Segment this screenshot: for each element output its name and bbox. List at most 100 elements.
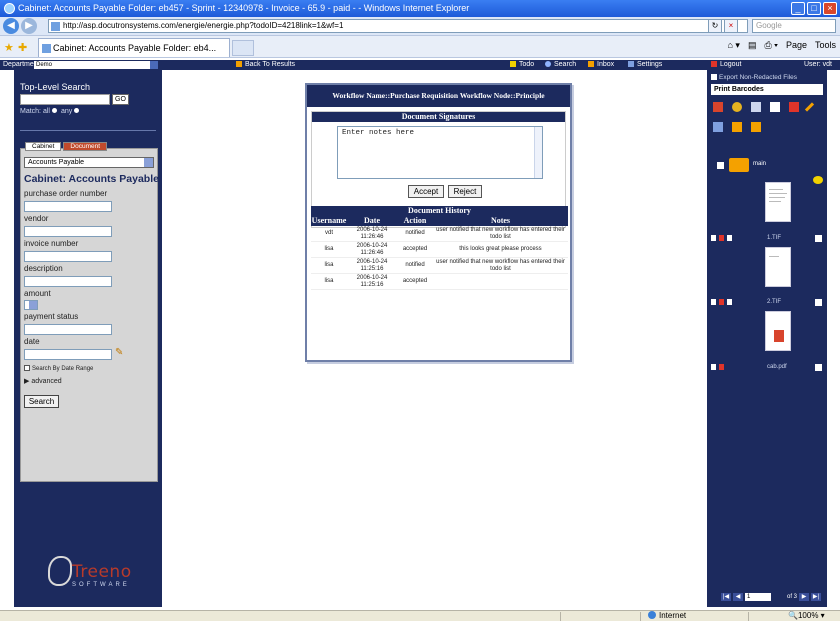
- cell-username: lisa: [311, 273, 347, 290]
- edit-icon[interactable]: [719, 299, 724, 305]
- view-icon[interactable]: [711, 299, 716, 305]
- page-menu[interactable]: Page: [786, 40, 807, 51]
- reject-button[interactable]: Reject: [448, 185, 482, 198]
- textarea-scrollbar[interactable]: [534, 127, 542, 178]
- stop-icon[interactable]: ×: [724, 19, 738, 33]
- document-icon[interactable]: [770, 102, 780, 112]
- date-input[interactable]: [24, 349, 112, 360]
- file-thumbnail[interactable]: [765, 311, 791, 351]
- tools-menu[interactable]: Tools: [815, 40, 836, 51]
- tab-cabinet[interactable]: Cabinet: [25, 142, 62, 151]
- home-icon[interactable]: ⌂ ▾: [727, 40, 739, 51]
- first-page-button[interactable]: |◀: [721, 593, 731, 601]
- folder-name[interactable]: main: [753, 161, 766, 167]
- payment-status-label: payment status: [24, 312, 79, 321]
- description-label: description: [24, 264, 63, 273]
- amount-operator-select[interactable]: [24, 300, 38, 310]
- upload-icon[interactable]: [713, 102, 723, 112]
- refresh-icon[interactable]: ↻: [708, 19, 722, 33]
- cell-date: 2006-10-24 11:26:46: [347, 226, 397, 242]
- file-checkbox[interactable]: [815, 235, 822, 242]
- file-actions: [711, 364, 724, 370]
- prev-page-button[interactable]: ◀: [733, 593, 743, 601]
- file-checkbox[interactable]: [815, 299, 822, 306]
- forward-arrow-icon[interactable]: ▶: [21, 18, 37, 34]
- grid-icon[interactable]: [751, 102, 761, 112]
- print-barcodes-button[interactable]: Print Barcodes: [711, 84, 823, 95]
- pagination: |◀ ◀ 1 of 3 ▶ ▶|: [721, 593, 822, 601]
- edit-icon[interactable]: [719, 364, 724, 370]
- new-folder-icon[interactable]: [732, 122, 742, 132]
- maximize-button[interactable]: □: [807, 2, 821, 15]
- cell-action: notified: [397, 257, 433, 274]
- delete-icon[interactable]: [789, 102, 799, 112]
- document-history-section: Document History Username Date Action No…: [311, 206, 568, 290]
- payment-status-input[interactable]: [24, 324, 112, 335]
- divider: [20, 130, 156, 131]
- match-any-label: any: [60, 108, 73, 115]
- tab-document[interactable]: Document: [63, 142, 108, 151]
- settings-link[interactable]: Settings: [628, 60, 662, 70]
- inbox-link[interactable]: Inbox: [588, 60, 614, 70]
- notes-textarea[interactable]: Enter notes here: [337, 126, 543, 179]
- cabinet-select[interactable]: Accounts Payable: [24, 157, 154, 168]
- invoice-number-input[interactable]: [24, 251, 112, 262]
- search-button[interactable]: Search: [24, 395, 59, 408]
- browser-search-input[interactable]: Google: [752, 19, 836, 33]
- export-option[interactable]: Export Non-Redacted Files: [711, 74, 797, 81]
- sticky-note-icon[interactable]: [813, 176, 823, 184]
- file-name[interactable]: 2.TIF: [767, 299, 781, 305]
- accept-button[interactable]: Accept: [408, 185, 444, 198]
- minimize-button[interactable]: _: [791, 2, 805, 15]
- match-all-radio[interactable]: [51, 108, 57, 113]
- logo-swirl-icon: [48, 556, 72, 586]
- page-input[interactable]: 1: [745, 593, 771, 601]
- vendor-input[interactable]: [24, 226, 112, 237]
- close-window-button[interactable]: ×: [823, 2, 837, 15]
- new-tab-button[interactable]: [232, 40, 254, 56]
- add-favorites-icon[interactable]: ✚: [18, 41, 27, 54]
- address-bar[interactable]: http://asp.docutronsystems.com/energie/e…: [48, 19, 748, 33]
- file-actions: [711, 299, 732, 305]
- pencil-icon[interactable]: [804, 102, 815, 112]
- info-icon[interactable]: [727, 235, 732, 241]
- file-name[interactable]: cab.pdf: [767, 364, 787, 370]
- file-thumbnail[interactable]: [765, 182, 791, 222]
- file-thumbnail[interactable]: [765, 247, 791, 287]
- top-level-search-input[interactable]: [20, 94, 110, 105]
- back-to-results-link[interactable]: Back To Results: [236, 60, 295, 70]
- po-number-input[interactable]: [24, 201, 112, 212]
- folder-icon[interactable]: [751, 122, 761, 132]
- folder-checkbox[interactable]: [717, 162, 724, 169]
- feeds-icon[interactable]: ▤: [748, 40, 757, 51]
- date-range-checkbox[interactable]: [24, 365, 30, 371]
- file-name[interactable]: 1.TIF: [767, 235, 781, 241]
- pencil-icon[interactable]: ✎: [115, 347, 123, 358]
- file-checkbox[interactable]: [815, 364, 822, 371]
- description-input[interactable]: [24, 276, 112, 287]
- info-icon[interactable]: [727, 299, 732, 305]
- edit-icon[interactable]: [719, 235, 724, 241]
- folder-icon[interactable]: [729, 158, 749, 172]
- match-any-radio[interactable]: [74, 108, 80, 113]
- go-button[interactable]: GO: [112, 94, 129, 105]
- zoom-level[interactable]: 🔍100% ▾: [788, 611, 825, 621]
- match-options: Match: all any: [20, 108, 81, 115]
- match-all-label: all: [42, 108, 50, 115]
- view-icon[interactable]: [711, 235, 716, 241]
- browser-tab[interactable]: Cabinet: Accounts Payable Folder: eb4...: [38, 38, 230, 57]
- export-icon[interactable]: [732, 102, 742, 112]
- todo-link[interactable]: Todo: [510, 60, 534, 70]
- advanced-toggle[interactable]: ▶ advanced: [24, 377, 62, 385]
- favorites-star-icon[interactable]: ★: [4, 41, 14, 54]
- department-select[interactable]: Demo: [34, 61, 158, 69]
- print-icon[interactable]: ⎙ ▾: [764, 40, 777, 51]
- search-link[interactable]: Search: [545, 60, 576, 70]
- last-page-button[interactable]: ▶|: [811, 593, 822, 601]
- view-icon[interactable]: [711, 364, 716, 370]
- logout-link[interactable]: Logout: [711, 60, 741, 70]
- scan-icon[interactable]: [713, 122, 723, 132]
- back-arrow-icon[interactable]: ◀: [3, 18, 19, 34]
- export-checkbox[interactable]: [711, 74, 717, 80]
- next-page-button[interactable]: ▶: [799, 593, 810, 601]
